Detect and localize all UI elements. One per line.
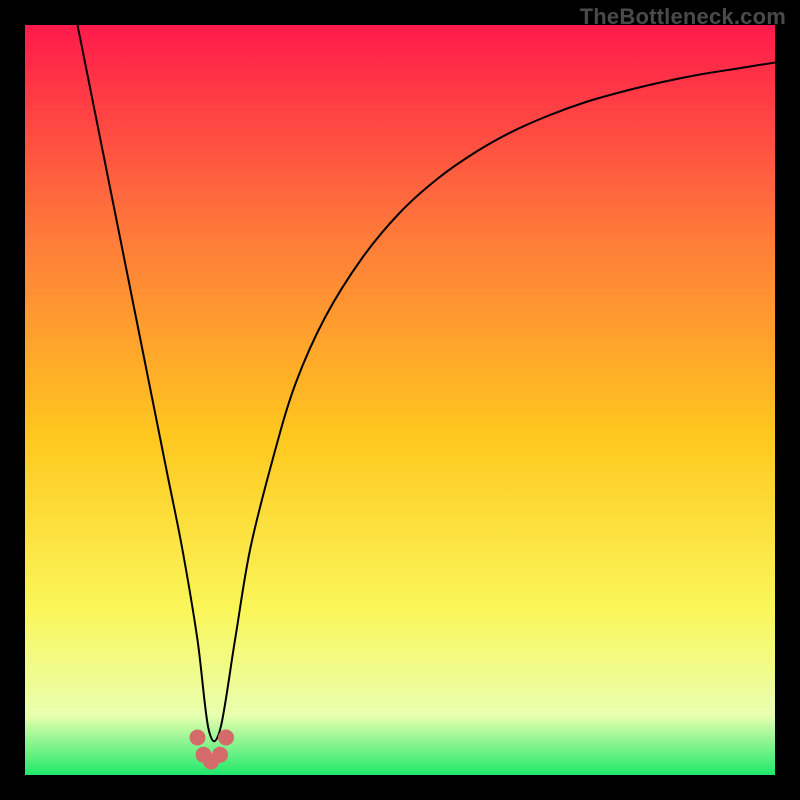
chart-frame: TheBottleneck.com (0, 0, 800, 800)
sweet-spot-dot (218, 730, 234, 746)
sweet-spot-dot (212, 747, 228, 763)
plot-area (25, 25, 775, 775)
gradient-background (25, 25, 775, 775)
sweet-spot-dot (190, 730, 206, 746)
bottleneck-chart (25, 25, 775, 775)
